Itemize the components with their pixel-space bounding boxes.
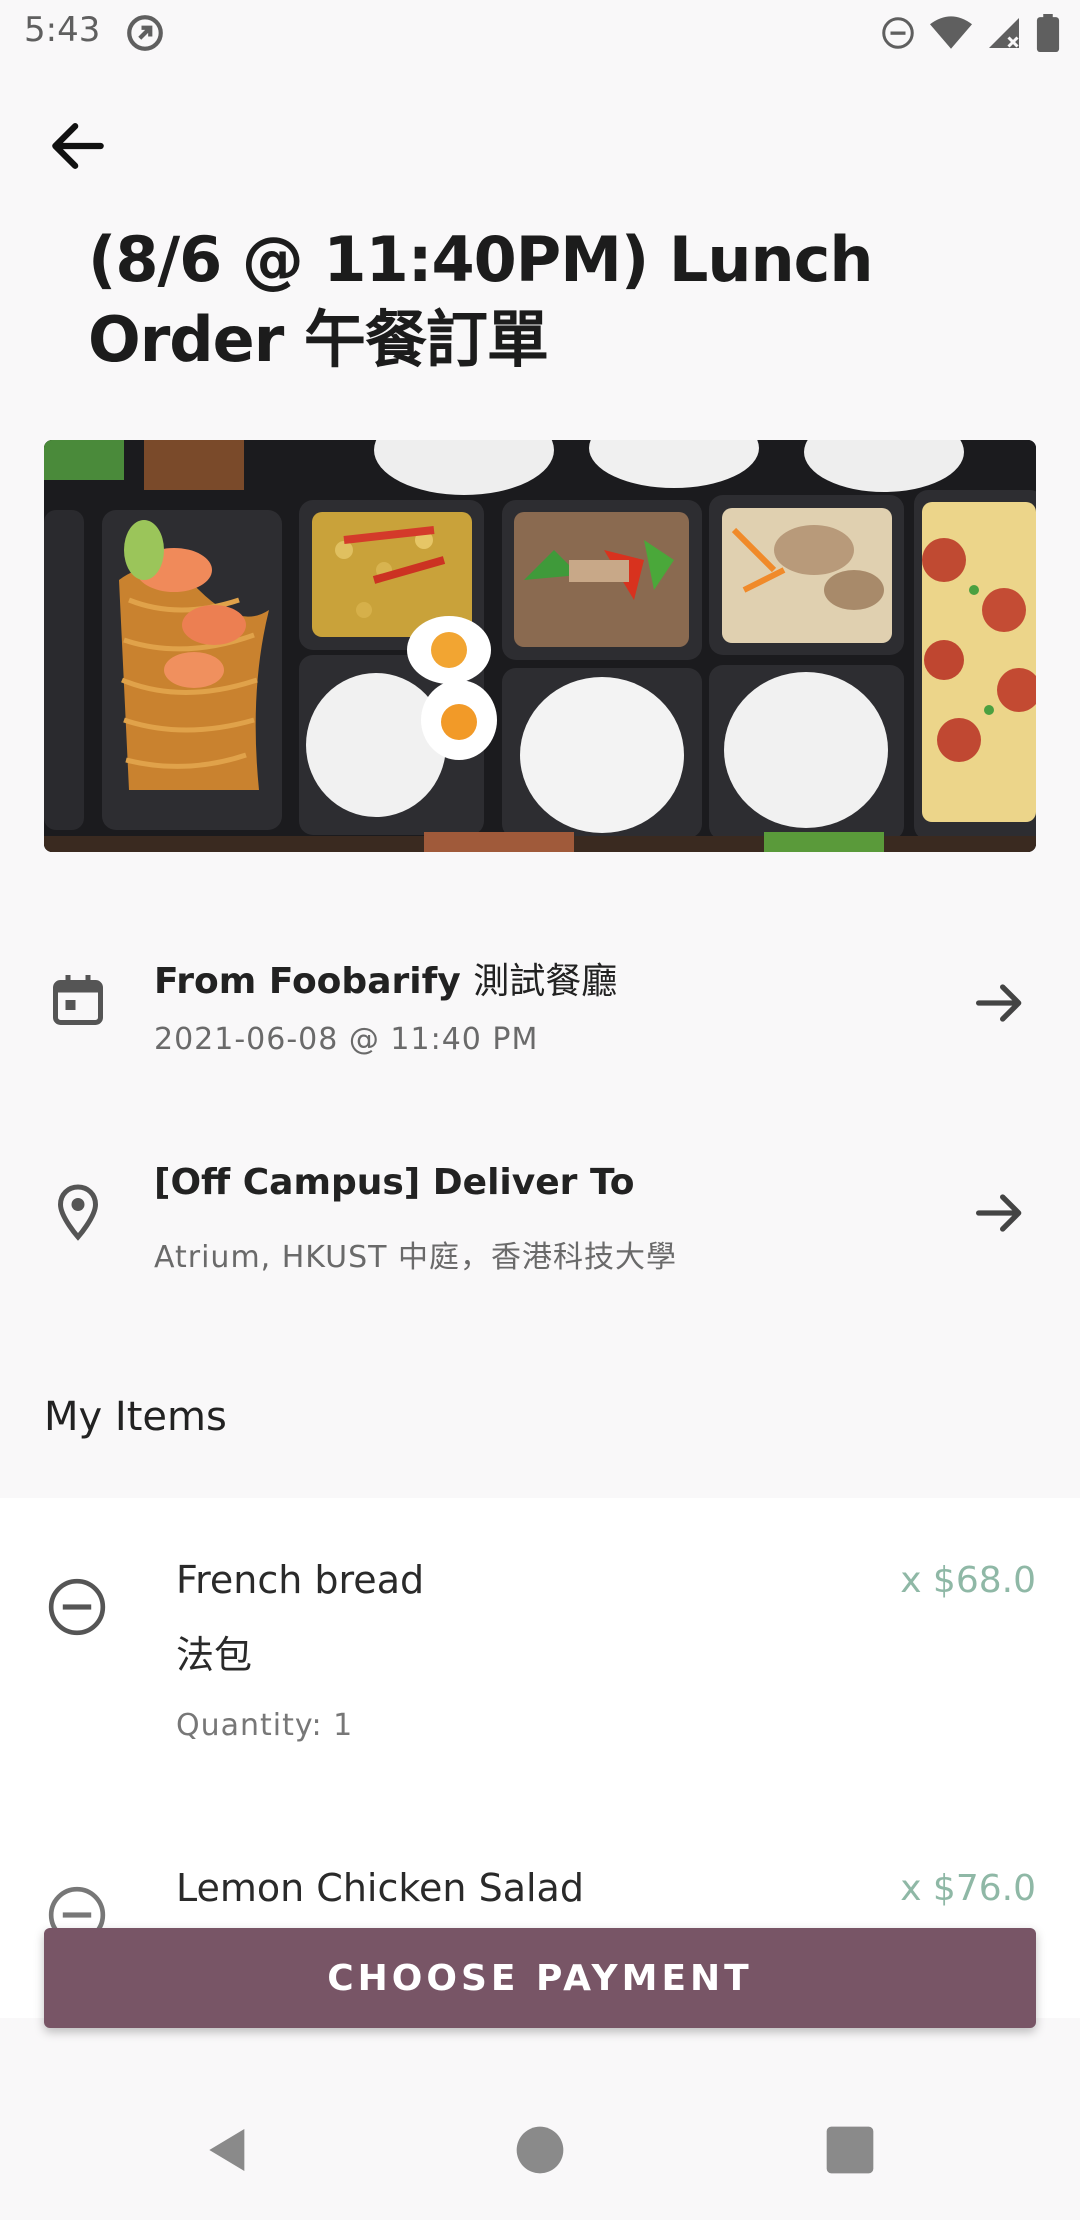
item-price: x $76.0 (900, 1868, 1036, 1909)
at-icon (127, 15, 163, 51)
restaurant-title: From Foobarify 測試餐廳 (154, 952, 617, 1004)
delivery-title: [Off Campus] Deliver To (154, 1162, 635, 1203)
nav-home-icon[interactable] (512, 2122, 568, 2178)
status-icons (880, 12, 1060, 54)
section-title-my-items: My Items (44, 1394, 227, 1440)
signal-icon (989, 18, 1019, 48)
back-arrow-icon[interactable] (44, 112, 112, 180)
wifi-icon (930, 16, 972, 49)
delivery-address: Atrium, HKUST 中庭，香港科技大學 (154, 1240, 678, 1275)
nav-recents-icon[interactable] (822, 2122, 878, 2178)
item-quantity: Quantity: 1 (176, 1708, 354, 1743)
item-name: Lemon Chicken Salad (176, 1866, 584, 1910)
arrow-right-icon[interactable] (968, 971, 1032, 1035)
nav-back-icon[interactable] (200, 2122, 256, 2178)
restaurant-title-prefix: From Foobarify (154, 961, 461, 1002)
calendar-icon (53, 975, 103, 1025)
battery-icon (1036, 14, 1060, 52)
item-price: x $68.0 (900, 1560, 1036, 1601)
dnd-icon (882, 17, 914, 49)
item-name: French bread (176, 1558, 425, 1602)
item-name-cjk: 法包 (176, 1633, 253, 1677)
restaurant-title-cjk: 測試餐廳 (473, 961, 618, 1002)
page-title: (8/6 @ 11:40PM) Lunch Order 午餐訂單 (88, 223, 874, 376)
food-hero-image (44, 440, 1036, 852)
arrow-right-icon[interactable] (968, 1181, 1032, 1245)
remove-circle-icon[interactable] (46, 1576, 108, 1638)
location-pin-icon (57, 1184, 99, 1241)
status-time: 5:43 (24, 10, 101, 50)
order-datetime: 2021-06-08 @ 11:40 PM (154, 1022, 539, 1057)
choose-payment-button[interactable]: CHOOSE PAYMENT (44, 1928, 1036, 2028)
